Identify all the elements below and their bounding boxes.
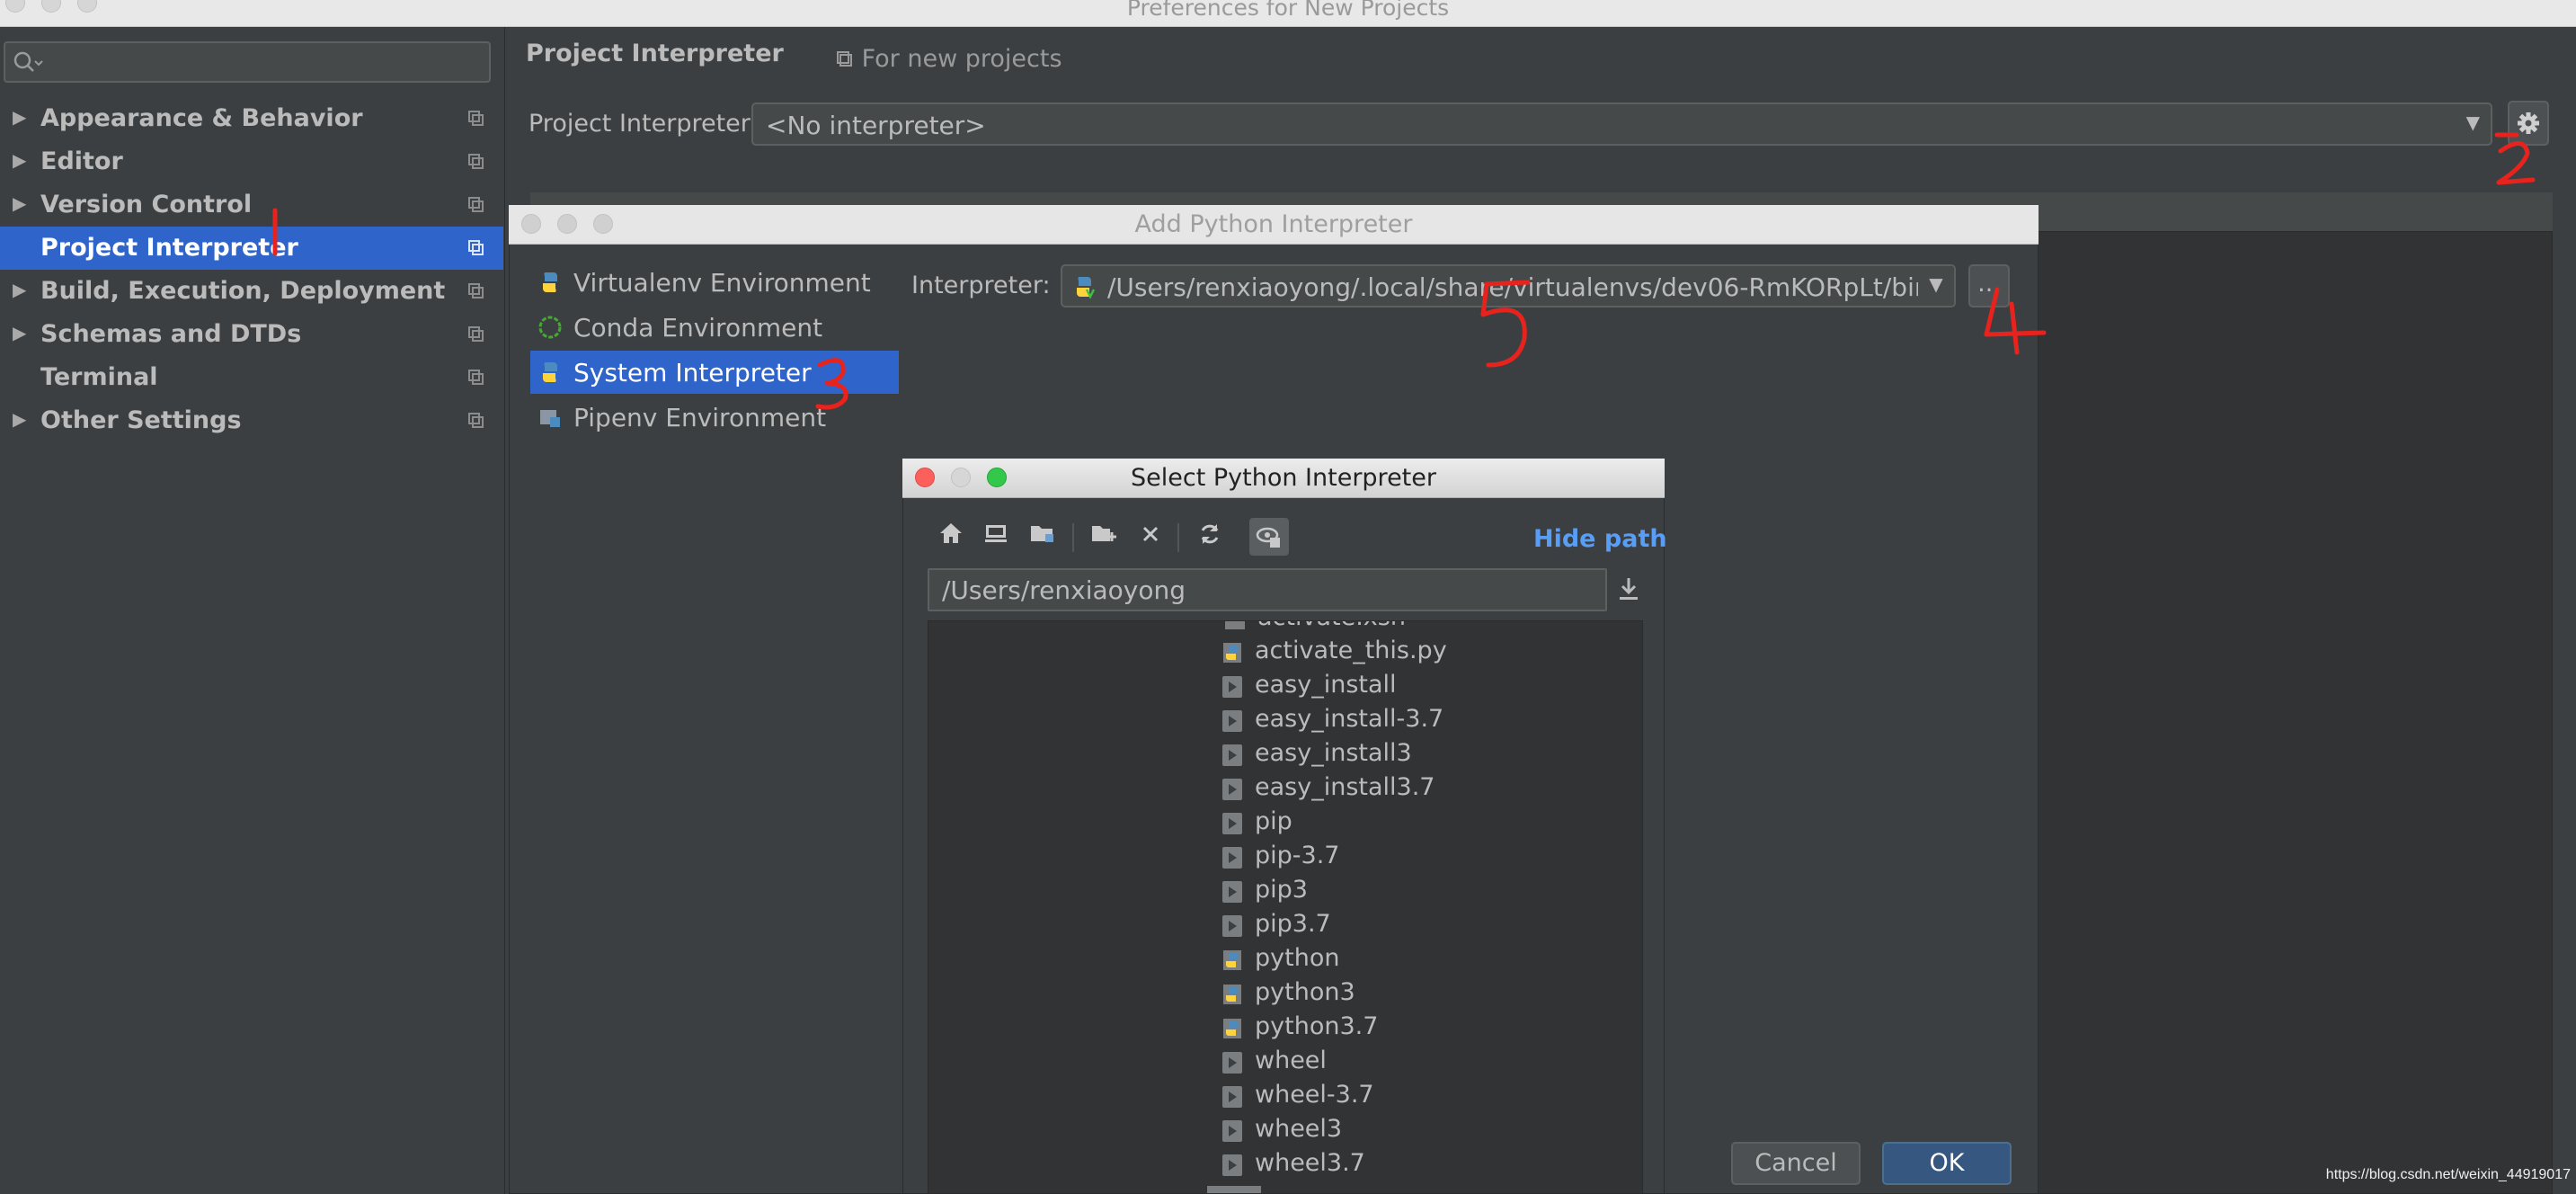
annotation-5 (1480, 280, 1531, 368)
annotation-2 (2494, 132, 2536, 185)
red-annotations (272, 132, 2536, 410)
annotation-4 (1984, 287, 2047, 355)
annotation-3 (815, 358, 848, 410)
watermark: https://blog.csdn.net/weixin_44919017 (2325, 1167, 2571, 1182)
